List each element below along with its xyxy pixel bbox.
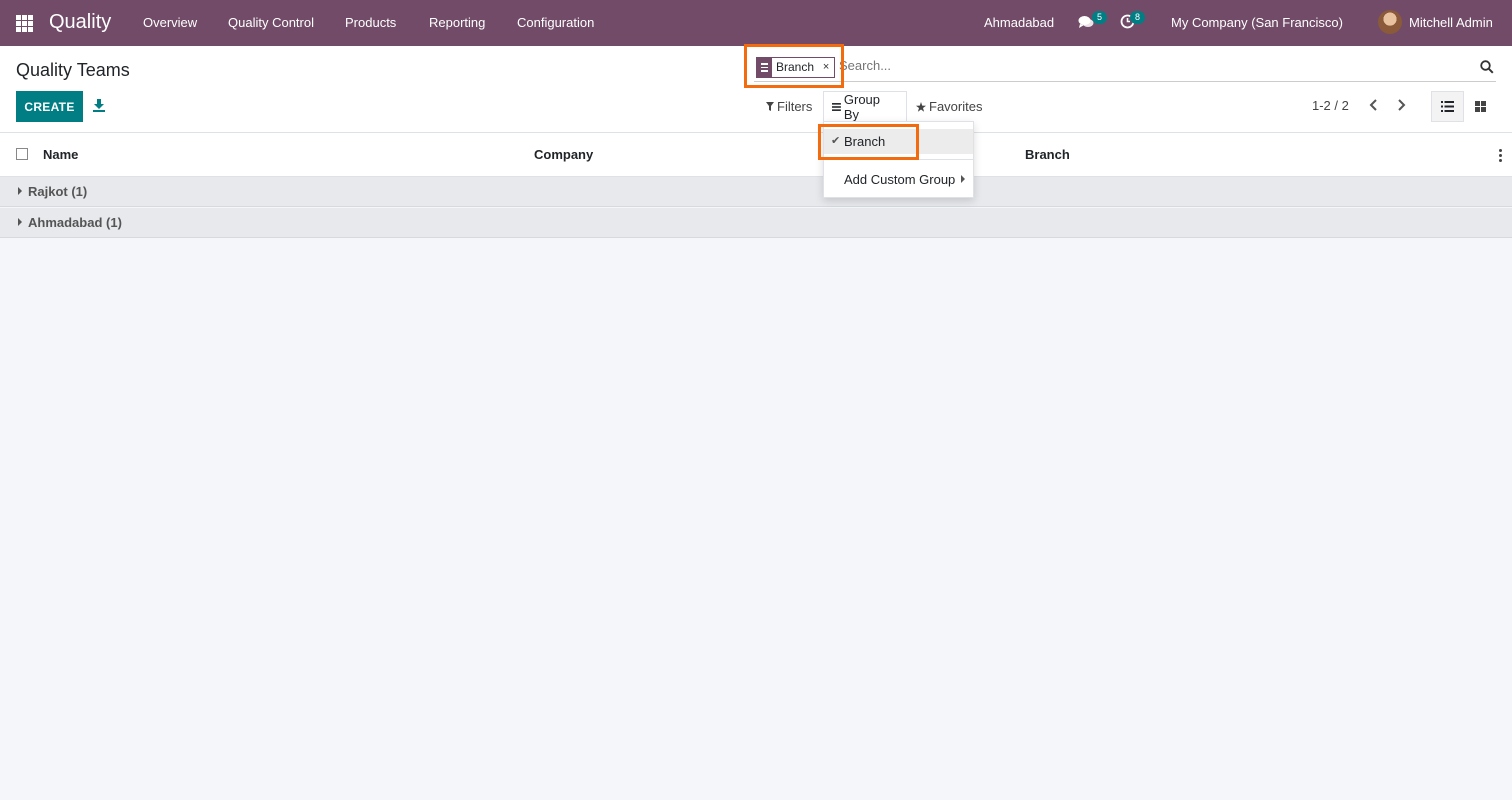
search-input[interactable] — [839, 58, 1439, 73]
column-name[interactable]: Name — [43, 147, 78, 162]
app-brand[interactable]: Quality — [49, 11, 111, 34]
top-navbar: Quality Overview Quality Control Product… — [0, 0, 1512, 46]
caret-right-icon — [18, 218, 22, 226]
menu-overview[interactable]: Overview — [143, 15, 197, 30]
group-label: Rajkot (1) — [28, 184, 88, 199]
page-title: Quality Teams — [16, 60, 130, 80]
highlight-box-search-facet — [744, 44, 844, 88]
activities-badge: 8 — [1130, 11, 1146, 24]
apps-menu-icon[interactable] — [16, 15, 33, 32]
add-custom-group[interactable]: Add Custom Group — [844, 172, 955, 187]
branch-switcher[interactable]: Ahmadabad — [984, 15, 1054, 30]
list-view-icon — [1441, 101, 1454, 112]
groupby-label: Group By — [843, 91, 881, 122]
group-row[interactable]: Rajkot (1) — [0, 177, 1512, 207]
menu-configuration[interactable]: Configuration — [517, 15, 594, 30]
search-bar: Branch × — [754, 54, 1496, 82]
menu-quality-control[interactable]: Quality Control — [228, 15, 314, 30]
list-header: Name Company Branch — [0, 133, 1512, 177]
filters-label: Filters — [777, 99, 813, 114]
menu-reporting[interactable]: Reporting — [429, 15, 485, 30]
groupby-button[interactable]: Group By — [823, 91, 907, 122]
create-button[interactable]: CREATE — [16, 91, 83, 122]
favorites-button[interactable]: Favorites — [908, 91, 990, 122]
download-icon[interactable] — [93, 99, 105, 112]
group-row[interactable]: Ahmadabad (1) — [0, 208, 1512, 238]
list-view-button[interactable] — [1431, 91, 1464, 122]
optional-columns-icon[interactable] — [1499, 149, 1502, 162]
messages-badge: 5 — [1092, 11, 1108, 24]
pager-value[interactable]: 1-2 / 2 — [1312, 98, 1349, 113]
user-avatar[interactable] — [1378, 10, 1402, 34]
kanban-view-button[interactable] — [1464, 91, 1497, 122]
search-icon[interactable] — [1480, 60, 1494, 74]
company-switcher[interactable]: My Company (San Francisco) — [1171, 15, 1343, 30]
caret-right-icon — [961, 175, 965, 183]
kanban-view-icon — [1475, 101, 1486, 112]
column-company[interactable]: Company — [534, 147, 593, 162]
select-all-checkbox[interactable] — [16, 148, 28, 160]
pager-next-icon[interactable] — [1394, 97, 1408, 113]
caret-right-icon — [18, 187, 22, 195]
filter-icon — [766, 102, 774, 111]
column-branch[interactable]: Branch — [1025, 147, 1070, 162]
user-menu[interactable]: Mitchell Admin — [1409, 15, 1493, 30]
star-icon — [916, 101, 926, 112]
filters-button[interactable]: Filters — [758, 91, 820, 122]
group-label: Ahmadabad (1) — [28, 215, 122, 230]
menu-products[interactable]: Products — [345, 15, 396, 30]
highlight-box-groupby-branch — [818, 124, 919, 160]
pager-previous-icon[interactable] — [1367, 97, 1381, 113]
groupby-icon — [832, 102, 841, 111]
favorites-label: Favorites — [929, 99, 983, 114]
